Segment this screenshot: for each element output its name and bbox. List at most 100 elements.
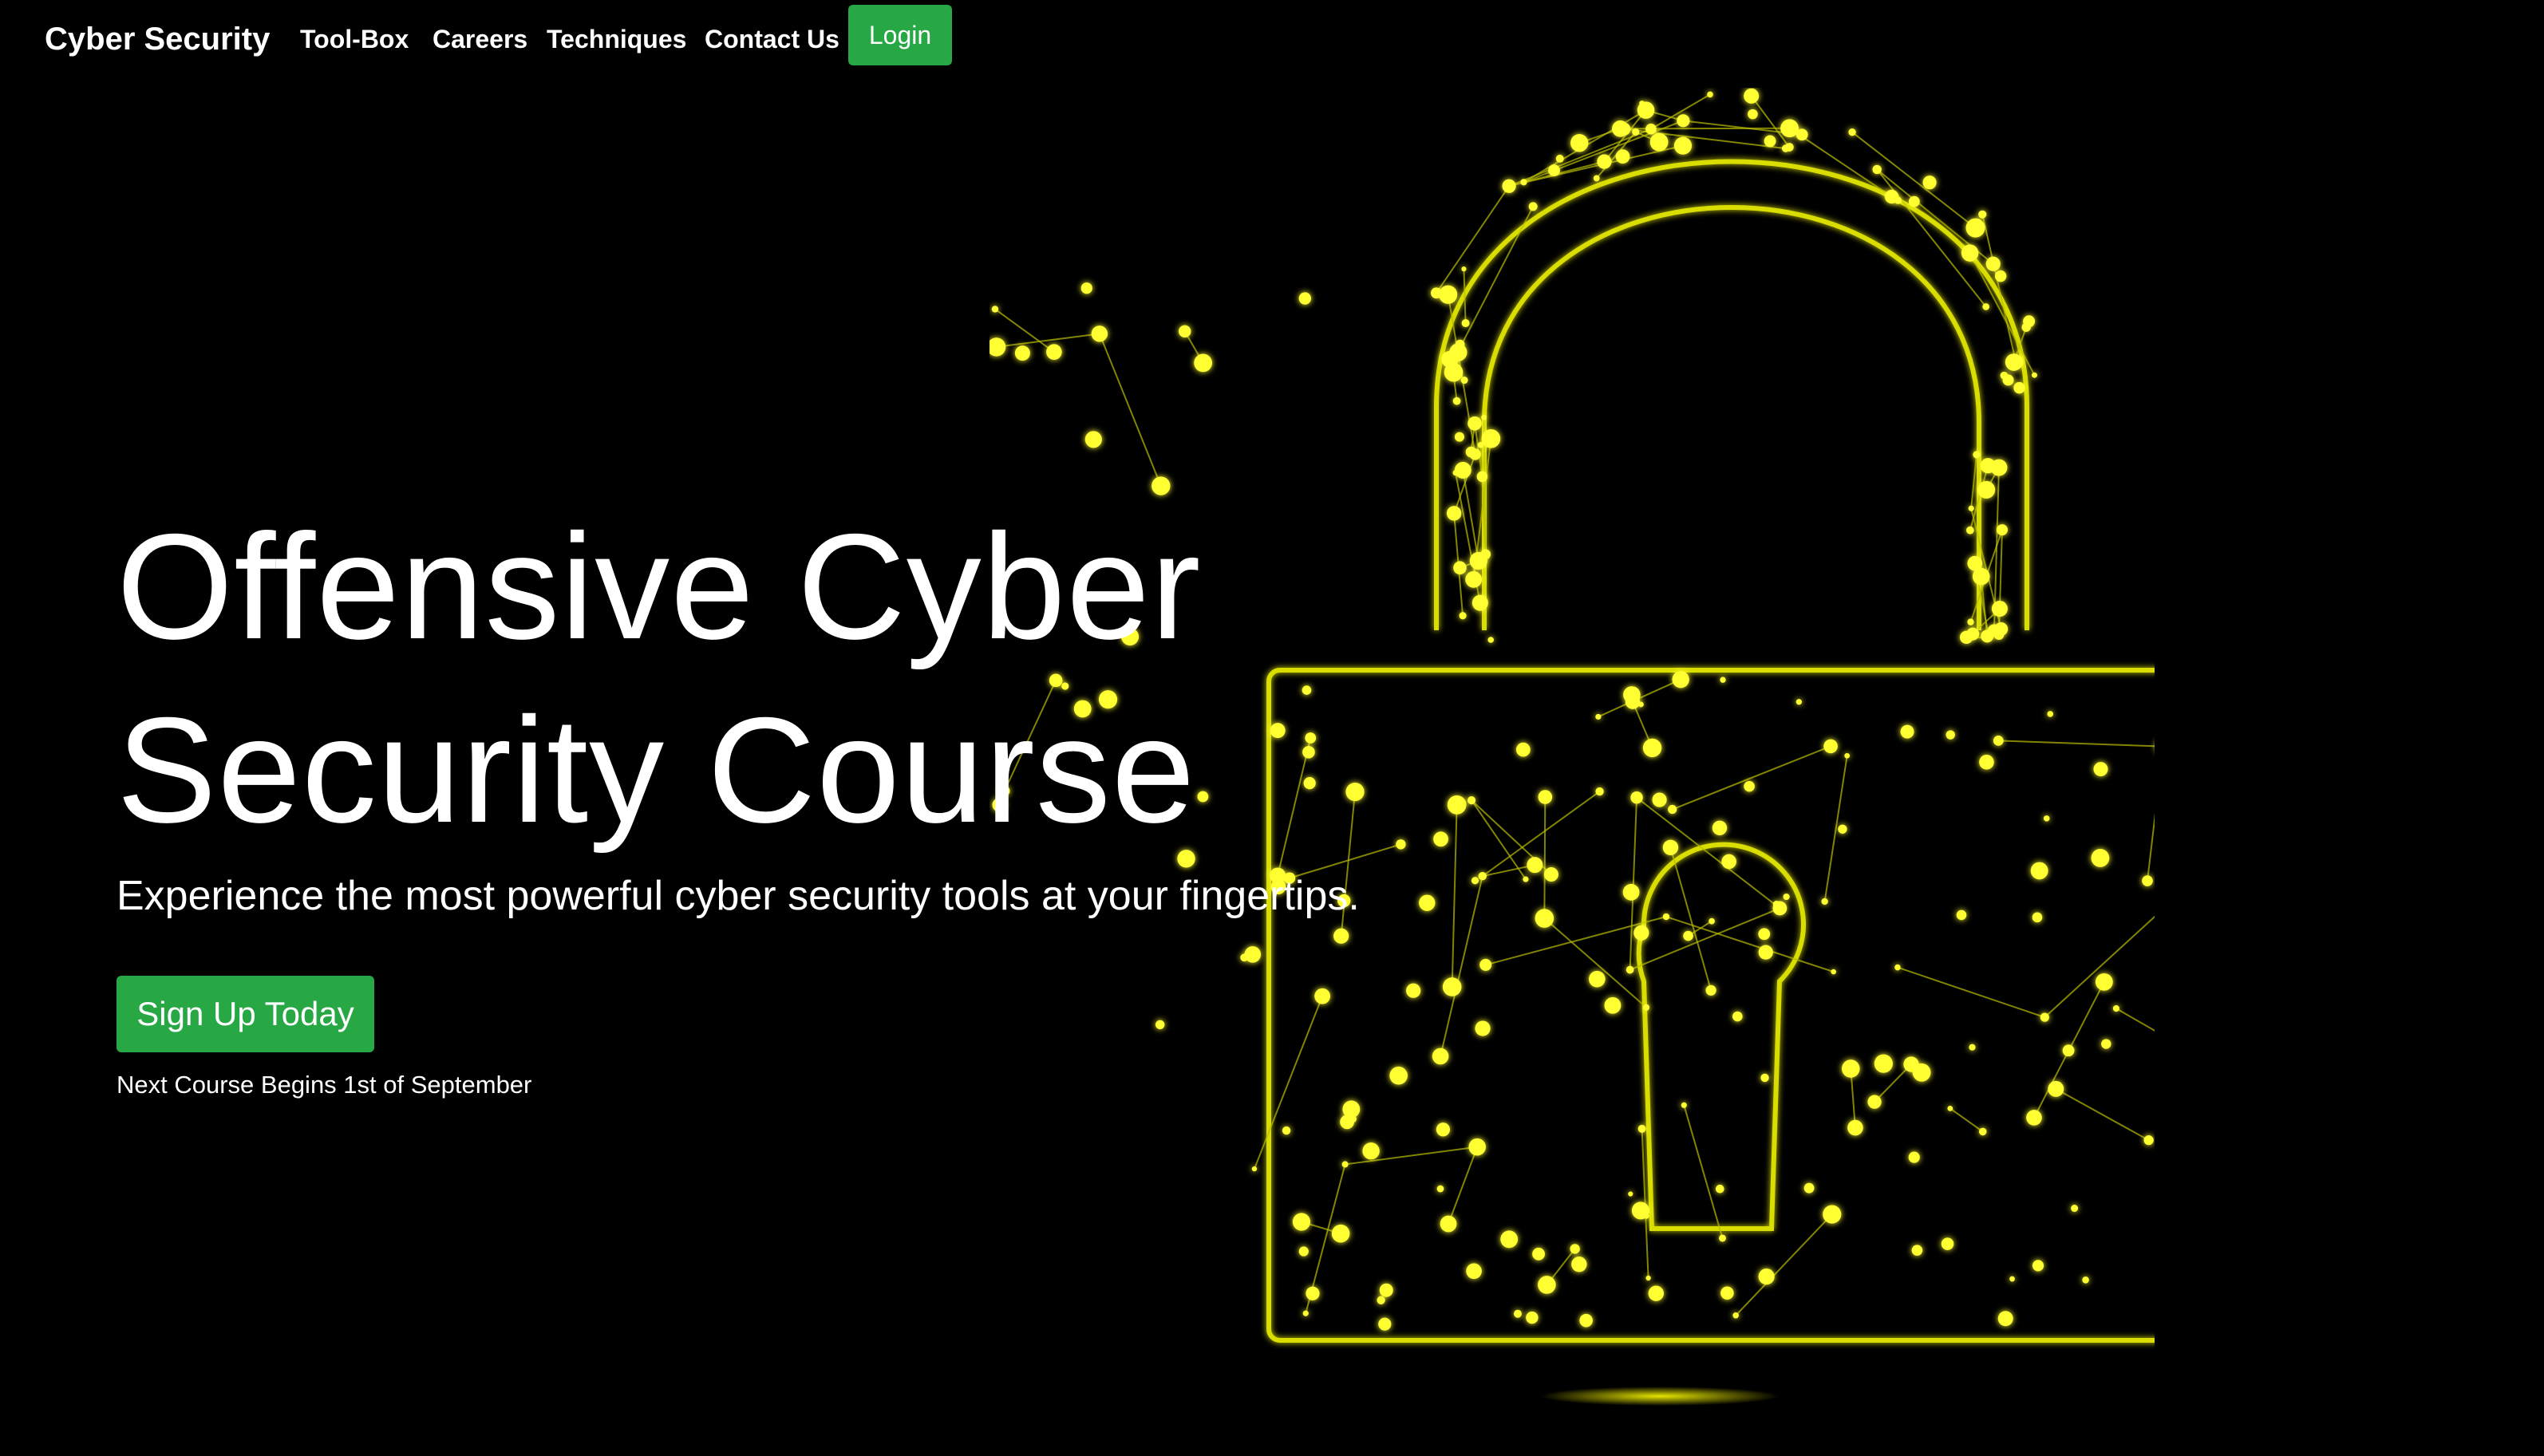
network-node <box>1478 871 1487 881</box>
network-node <box>1903 1056 1919 1072</box>
network-node <box>1469 448 1481 460</box>
network-node <box>1282 1126 1291 1135</box>
network-line <box>1254 996 1324 1170</box>
network-node <box>2093 762 2108 777</box>
nav-link-tool-box[interactable]: Tool-Box <box>300 18 409 61</box>
network-node <box>1548 164 1560 176</box>
network-node <box>1823 739 1838 754</box>
network-node <box>1947 1105 1953 1111</box>
network-node <box>1831 969 1836 975</box>
network-node <box>1526 1311 1539 1324</box>
sign-up-button[interactable]: Sign Up Today <box>117 976 374 1052</box>
network-node <box>1593 175 1600 182</box>
network-node <box>1672 670 1689 689</box>
network-node <box>1978 1127 1987 1136</box>
network-node <box>1874 1054 1893 1073</box>
network-node <box>1911 1245 1923 1256</box>
nav-link-contact-us[interactable]: Contact Us <box>705 18 839 61</box>
network-node <box>1466 1263 1482 1280</box>
network-node <box>1314 988 1331 1004</box>
network-node <box>1821 898 1828 906</box>
network-node <box>1795 699 1803 705</box>
network-node <box>1720 677 1726 683</box>
network-node <box>1194 353 1213 373</box>
network-node <box>1632 128 1640 136</box>
network-node <box>1502 179 1516 193</box>
network-node <box>1595 713 1602 720</box>
network-node <box>1956 910 1967 921</box>
network-node <box>1847 1119 1863 1136</box>
network-node <box>1732 1011 1743 1022</box>
network-node <box>1436 1185 1444 1193</box>
login-button[interactable]: Login <box>848 5 952 65</box>
network-node <box>1758 928 1771 941</box>
network-node <box>1625 694 1641 709</box>
network-line <box>2055 1088 2150 1142</box>
network-node <box>1471 594 1488 611</box>
hero-title: Offensive Cyber Security Course <box>117 495 1473 862</box>
network-node <box>1780 119 1799 138</box>
network-node <box>1612 120 1629 137</box>
network-node <box>1628 1191 1633 1197</box>
network-node <box>1513 1309 1522 1318</box>
network-node <box>1980 458 1996 474</box>
network-line <box>1998 740 2155 748</box>
network-node <box>1720 1286 1734 1300</box>
network-node <box>1707 91 1713 98</box>
network-node <box>1993 735 2004 746</box>
network-node <box>1662 839 1679 855</box>
network-node <box>2082 1276 2089 1284</box>
network-node <box>1705 984 1716 996</box>
network-node <box>1908 1151 1920 1163</box>
network-node <box>1965 526 1974 535</box>
network-node <box>1648 1285 1664 1301</box>
network-node <box>1760 1073 1769 1083</box>
network-node <box>1479 958 1492 971</box>
network-node <box>1894 964 1901 971</box>
nav-link-careers[interactable]: Careers <box>433 18 527 61</box>
network-node <box>1872 164 1882 175</box>
brand-link[interactable]: Cyber Security <box>45 16 270 62</box>
network-node <box>1758 1268 1775 1285</box>
network-node <box>1481 414 1487 420</box>
network-node <box>1645 1275 1651 1281</box>
floor-glow <box>1540 1387 1780 1406</box>
network-node <box>1631 1201 1649 1220</box>
network-node <box>2142 875 2153 886</box>
network-node <box>1781 144 1790 152</box>
network-node <box>1406 983 1421 998</box>
network-node <box>1538 790 1553 804</box>
network-node <box>1091 326 1108 342</box>
network-node <box>1844 752 1851 759</box>
network-node <box>1848 128 1856 136</box>
network-line <box>1629 797 1638 970</box>
network-node <box>1377 1296 1385 1304</box>
network-node <box>1783 893 1790 901</box>
network-node <box>1570 134 1589 152</box>
network-node <box>1589 970 1606 988</box>
network-node <box>1979 754 1994 770</box>
network-node <box>991 306 999 313</box>
network-node <box>1969 1044 1976 1051</box>
network-node <box>1475 1020 1491 1036</box>
network-node <box>1721 854 1736 870</box>
network-node <box>1461 266 1467 272</box>
hero-section: Offensive Cyber Security Course Experien… <box>117 495 1473 925</box>
network-node <box>1595 787 1604 796</box>
network-line <box>1463 269 1467 324</box>
network-node <box>1331 1224 1350 1243</box>
nav-link-techniques[interactable]: Techniques <box>547 18 686 61</box>
network-node <box>1982 303 1989 310</box>
network-node <box>1748 109 1758 120</box>
network-node <box>1571 1257 1587 1273</box>
network-node <box>990 337 1006 357</box>
network-line <box>2044 915 2155 1018</box>
network-node <box>1908 195 1920 207</box>
network-node <box>2043 815 2050 822</box>
network-node <box>1468 416 1482 431</box>
network-node <box>1968 505 1974 511</box>
hero-subtitle: Experience the most powerful cyber secur… <box>117 873 1360 919</box>
network-node <box>2095 973 2113 991</box>
network-line <box>996 333 1100 348</box>
network-node <box>2091 849 2110 867</box>
